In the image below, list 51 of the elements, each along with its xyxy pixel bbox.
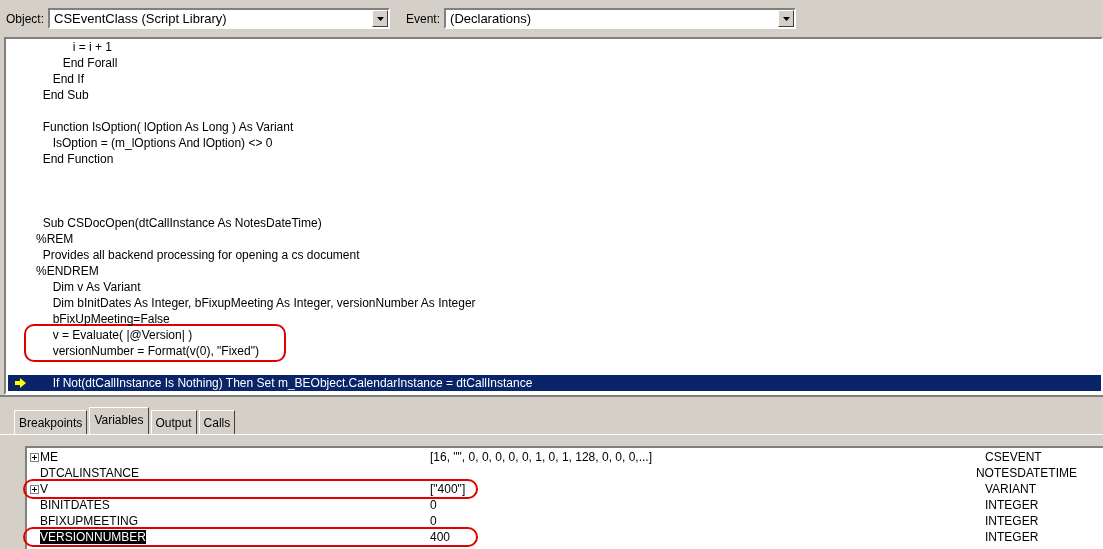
- tab[interactable]: Calls: [198, 410, 236, 434]
- variable-row[interactable]: ME [16, "", 0, 0, 0, 0, 0, 1, 0, 1, 128, 0, 0, 0,...] CSEVENT: [27, 449, 1077, 465]
- code-line: %REM: [36, 231, 74, 248]
- variable-name: BFIXUPMEETING: [40, 514, 138, 528]
- variable-name: ME: [40, 450, 58, 464]
- event-dropdown[interactable]: (Declarations): [444, 8, 797, 29]
- variable-row[interactable]: V ["400"] VARIANT: [27, 481, 1077, 497]
- code-line: %ENDREM: [36, 263, 99, 280]
- expand-plus-icon[interactable]: [29, 452, 39, 462]
- code-line: End Function: [41, 151, 114, 168]
- variable-name: BINITDATES: [40, 498, 110, 512]
- code-line: End Sub: [41, 87, 89, 104]
- variable-row[interactable]: BFIXUPMEETING 0 INTEGER: [27, 513, 1077, 529]
- variable-type: INTEGER: [985, 529, 1039, 546]
- field-label: Event:: [406, 10, 441, 28]
- variable-value: 0: [430, 498, 437, 512]
- tab[interactable]: Variables: [89, 407, 149, 434]
- code-line: Dim bInitDates As Integer, bFixupMeeting As Integer, versionNumber As Integer: [51, 295, 476, 312]
- variable-name: DTCALINSTANCE: [39, 466, 139, 480]
- code-line: v = Evaluate( |@Version| ): [51, 327, 193, 344]
- code-line: versionNumber = Format(v(0), "Fixed"): [51, 343, 259, 360]
- variable-row[interactable]: DTCALINSTANCE NOTESDATETIME: [27, 465, 1077, 481]
- variable-value: [16, "", 0, 0, 0, 0, 0, 1, 0, 1, 128, 0, 0, 0,...]: [430, 450, 652, 464]
- code-line: Provides all backend processing for opening a cs document: [41, 247, 360, 264]
- field-label: Object:: [6, 10, 44, 28]
- variable-row[interactable]: VERSIONNUMBER 400 INTEGER: [27, 529, 1077, 545]
- variable-name: V: [40, 482, 48, 496]
- code-line: End If: [51, 71, 85, 88]
- code-line: bFixUpMeeting=False: [51, 311, 170, 328]
- variable-row[interactable]: BINITDATES 0 INTEGER: [27, 497, 1077, 513]
- code-line: Sub CSDocOpen(dtCallInstance As NotesDateTime): [41, 215, 322, 232]
- variable-value: 400: [430, 530, 451, 544]
- arrow-icon: [15, 378, 26, 388]
- variable-name: VERSIONNUMBER: [40, 530, 146, 544]
- variable-value: 0: [430, 514, 437, 528]
- code-line: Dim v As Variant: [51, 279, 141, 296]
- variable-type: CSEVENT: [985, 449, 1042, 466]
- tab[interactable]: Breakpoints: [14, 410, 88, 434]
- code-line: Function IsOption( lOption As Long ) As Variant: [41, 119, 294, 136]
- expand-plus-icon[interactable]: [29, 484, 39, 494]
- code-editor[interactable]: [4, 37, 1103, 395]
- variable-type: INTEGER: [985, 497, 1039, 514]
- object-dropdown[interactable]: CSEventClass (Script Library): [48, 8, 390, 29]
- code-line: IsOption = (m_lOptions And lOption) <> 0: [51, 135, 273, 152]
- code-line: End Forall: [61, 55, 118, 72]
- code-line: i = i + 1: [71, 39, 113, 56]
- variable-type: VARIANT: [985, 481, 1037, 498]
- variable-type: NOTESDATETIME: [975, 465, 1077, 482]
- variable-value: ["400"]: [430, 482, 466, 496]
- variable-type: INTEGER: [985, 513, 1039, 530]
- tab[interactable]: Output: [150, 410, 197, 434]
